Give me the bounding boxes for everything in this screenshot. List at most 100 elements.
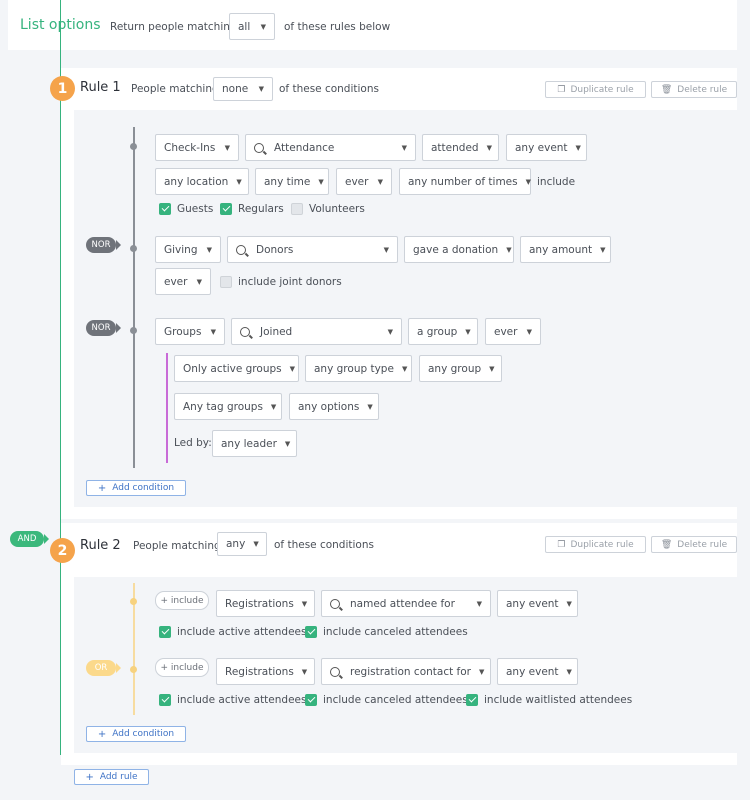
include-toggle[interactable]: + include — [155, 591, 209, 610]
caret-down-icon: ▼ — [566, 599, 572, 608]
plus-icon: + — [97, 482, 107, 494]
giving-amount-select[interactable]: any amount ▼ — [520, 236, 611, 263]
checkbox-active-attendees[interactable]: include active attendees — [159, 694, 306, 706]
checkbox-label: Volunteers — [309, 203, 365, 215]
checkbox-checked-icon — [466, 694, 478, 706]
checkbox-regulars[interactable]: Regulars — [220, 203, 284, 215]
giving-type-select[interactable]: Giving ▼ — [155, 236, 221, 263]
caret-down-icon: ▼ — [258, 85, 264, 93]
caret-down-icon: ▼ — [236, 177, 242, 186]
groups-tag-value: Any tag groups — [183, 400, 263, 413]
checkins-time-select[interactable]: any time ▼ — [255, 168, 329, 195]
plus-icon: + — [85, 771, 94, 783]
rule-2-suffix: of these conditions — [274, 539, 374, 551]
search-icon — [240, 326, 250, 337]
checkbox-waitlisted-attendees[interactable]: include waitlisted attendees — [466, 694, 632, 706]
checkins-event-value: any event — [515, 141, 568, 154]
checkbox-unchecked-icon — [220, 276, 232, 288]
rule-1-people-matching: People matching — [131, 83, 219, 95]
caret-down-icon: ▼ — [206, 245, 212, 254]
checkins-include-label: include — [537, 176, 576, 188]
groups-ever-value: ever — [494, 325, 518, 338]
checkins-type-select[interactable]: Check-Ins ▼ — [155, 134, 239, 161]
giving-ever-select[interactable]: ever ▼ — [155, 268, 211, 295]
reg2-type-select[interactable]: Registrations ▼ — [216, 658, 315, 685]
giving-ever-value: ever — [164, 275, 188, 288]
rules-suffix: of these rules below — [284, 21, 391, 33]
groups-search-select[interactable]: Joined ▼ — [231, 318, 402, 345]
checkbox-label: include active attendees — [177, 694, 307, 706]
caret-down-icon: ▼ — [367, 402, 373, 411]
reg2-event-select[interactable]: any event ▼ — [497, 658, 578, 685]
condition-dot — [130, 245, 137, 252]
groups-group-select[interactable]: any group ▼ — [419, 355, 502, 382]
checkins-times-select[interactable]: any number of times ▼ — [399, 168, 531, 195]
checkbox-active-attendees[interactable]: include active attendees — [159, 626, 306, 638]
rule-2-match-select[interactable]: any ▼ — [217, 532, 267, 556]
rule-1-duplicate-button[interactable]: ❐ Duplicate rule — [545, 81, 646, 98]
rule-1-add-condition-button[interactable]: + Add condition — [86, 480, 186, 496]
giving-verb-select[interactable]: gave a donation ▼ — [404, 236, 514, 263]
giving-verb-value: gave a donation — [413, 243, 499, 256]
groups-type-select[interactable]: Groups ▼ — [155, 318, 225, 345]
caret-down-icon: ▼ — [301, 599, 308, 608]
checkins-ever-select[interactable]: ever ▼ — [336, 168, 392, 195]
groups-verb-select[interactable]: a group ▼ — [408, 318, 478, 345]
groups-tag-select[interactable]: Any tag groups ▼ — [174, 393, 282, 420]
reg1-event-select[interactable]: any event ▼ — [497, 590, 578, 617]
caret-down-icon: ▼ — [387, 327, 393, 336]
rule-1-title: Rule 1 — [80, 80, 121, 95]
rules-match-select[interactable]: all ▼ — [229, 13, 275, 40]
include-toggle[interactable]: + include — [155, 658, 209, 677]
caret-down-icon: ▼ — [224, 143, 230, 152]
giving-amount-value: any amount — [529, 243, 593, 256]
condition-dot — [130, 666, 137, 673]
groups-type-filter-select[interactable]: any group type ▼ — [305, 355, 412, 382]
groups-verb-value: a group — [417, 325, 458, 338]
duplicate-icon: ❐ — [557, 539, 566, 550]
rule-2-delete-button[interactable]: 🗑 Delete rule — [651, 536, 737, 553]
giving-search-select[interactable]: Donors ▼ — [227, 236, 398, 263]
reg1-search-select[interactable]: named attendee for ▼ — [321, 590, 491, 617]
caret-down-icon: ▼ — [401, 143, 407, 152]
checkbox-canceled-attendees[interactable]: include canceled attendees — [305, 626, 468, 638]
groups-type-value: Groups — [164, 325, 202, 338]
checkins-location-select[interactable]: any location ▼ — [155, 168, 249, 195]
delete-label: Delete rule — [677, 84, 728, 95]
checkbox-label: Guests — [177, 203, 214, 215]
checkbox-checked-icon — [305, 694, 317, 706]
rule-1-delete-button[interactable]: 🗑 Delete rule — [651, 81, 737, 98]
checkbox-volunteers[interactable]: Volunteers — [291, 203, 365, 215]
reg1-type-value: Registrations — [225, 597, 294, 610]
caret-down-icon: ▼ — [270, 402, 277, 411]
checkins-event-select[interactable]: any event ▼ — [506, 134, 587, 161]
caret-down-icon: ▼ — [479, 667, 485, 676]
checkbox-guests[interactable]: Guests — [159, 203, 213, 215]
reg1-type-select[interactable]: Registrations ▼ — [216, 590, 315, 617]
reg2-event-value: any event — [506, 665, 559, 678]
caret-down-icon: ▼ — [301, 667, 308, 676]
caret-down-icon: ▼ — [566, 667, 572, 676]
trash-icon: 🗑 — [660, 539, 673, 550]
checkbox-joint-donors[interactable]: include joint donors — [220, 276, 342, 288]
caret-down-icon: ▼ — [318, 177, 324, 186]
checkbox-canceled-attendees[interactable]: include canceled attendees — [305, 694, 468, 706]
groups-active-select[interactable]: Only active groups ▼ — [174, 355, 299, 382]
rule-1-match-select[interactable]: none ▼ — [213, 77, 273, 101]
reg2-search-select[interactable]: registration contact for ▼ — [321, 658, 491, 685]
groups-options-select[interactable]: any options ▼ — [289, 393, 379, 420]
groups-leader-value: any leader — [221, 437, 277, 450]
add-rule-button[interactable]: + Add rule — [74, 769, 149, 785]
rule-2-duplicate-button[interactable]: ❐ Duplicate rule — [545, 536, 646, 553]
rule-2-add-condition-button[interactable]: + Add condition — [86, 726, 186, 742]
groups-ever-select[interactable]: ever ▼ — [485, 318, 541, 345]
checkbox-checked-icon — [305, 626, 317, 638]
checkins-search-value: Attendance — [274, 141, 335, 154]
caret-down-icon: ▼ — [525, 177, 531, 186]
caret-down-icon: ▼ — [260, 22, 266, 31]
groups-leader-select[interactable]: any leader ▼ — [212, 430, 297, 457]
checkins-search-select[interactable]: Attendance ▼ — [245, 134, 416, 161]
checkins-verb-select[interactable]: attended ▼ — [422, 134, 499, 161]
reg2-type-value: Registrations — [225, 665, 294, 678]
duplicate-label: Duplicate rule — [570, 539, 634, 550]
